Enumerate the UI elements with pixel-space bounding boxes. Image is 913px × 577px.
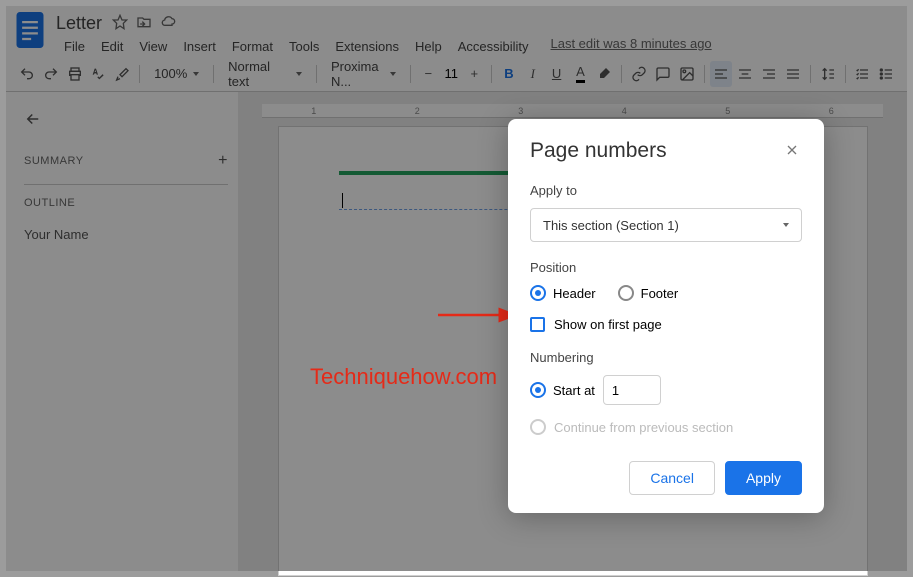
move-folder-icon[interactable] — [136, 14, 152, 33]
align-left-button[interactable] — [710, 61, 732, 87]
menu-bar: File Edit View Insert Format Tools Exten… — [56, 36, 897, 57]
star-icon[interactable] — [112, 14, 128, 33]
docs-logo[interactable] — [16, 12, 44, 48]
menu-help[interactable]: Help — [407, 36, 450, 57]
apply-to-select[interactable]: This section (Section 1) — [530, 208, 802, 242]
add-summary-button[interactable]: + — [218, 152, 228, 170]
paint-format-button[interactable] — [111, 61, 133, 87]
position-label: Position — [530, 260, 802, 275]
ruler[interactable]: 123456 — [262, 104, 883, 118]
numbering-label: Numbering — [530, 350, 802, 365]
print-button[interactable] — [64, 61, 86, 87]
align-right-button[interactable] — [758, 61, 780, 87]
align-center-button[interactable] — [734, 61, 756, 87]
outline-sidebar: SUMMARY + OUTLINE Your Name — [6, 92, 238, 571]
italic-button[interactable]: I — [522, 61, 544, 87]
page-numbers-dialog: Page numbers Apply to This section (Sect… — [508, 119, 824, 513]
apply-to-label: Apply to — [530, 183, 802, 198]
start-at-radio[interactable]: Start at — [530, 382, 595, 398]
highlight-button[interactable] — [593, 61, 615, 87]
watermark-text: Techniquehow.com — [310, 364, 497, 390]
menu-tools[interactable]: Tools — [281, 36, 327, 57]
menu-format[interactable]: Format — [224, 36, 281, 57]
menu-accessibility[interactable]: Accessibility — [450, 36, 537, 57]
cancel-button[interactable]: Cancel — [629, 461, 715, 495]
zoom-select[interactable]: 100% — [146, 61, 207, 87]
app-header: Letter File Edit View Insert Format Tool… — [6, 6, 907, 56]
undo-button[interactable] — [16, 61, 38, 87]
menu-view[interactable]: View — [131, 36, 175, 57]
start-at-input[interactable] — [603, 375, 661, 405]
cloud-status-icon[interactable] — [160, 14, 176, 33]
spellcheck-button[interactable] — [88, 61, 110, 87]
menu-extensions[interactable]: Extensions — [327, 36, 407, 57]
continue-radio: Continue from previous section — [530, 419, 802, 435]
close-button[interactable] — [784, 142, 802, 160]
insert-link-button[interactable] — [628, 61, 650, 87]
outline-heading: OUTLINE — [24, 197, 75, 209]
line-spacing-button[interactable] — [817, 61, 839, 87]
add-comment-button[interactable] — [652, 61, 674, 87]
text-cursor — [342, 193, 343, 208]
font-size-input[interactable]: 11 — [441, 66, 461, 81]
toolbar: 100% Normal text Proxima N... − 11 + B I… — [6, 56, 907, 92]
document-title[interactable]: Letter — [56, 13, 102, 34]
menu-edit[interactable]: Edit — [93, 36, 131, 57]
bold-button[interactable]: B — [498, 61, 520, 87]
summary-heading: SUMMARY — [24, 155, 84, 167]
increase-font-button[interactable]: + — [463, 61, 485, 87]
show-first-page-checkbox[interactable]: Show on first page — [530, 317, 802, 332]
underline-button[interactable]: U — [546, 61, 568, 87]
last-edit-link[interactable]: Last edit was 8 minutes ago — [551, 36, 712, 57]
text-color-button[interactable]: A — [570, 61, 592, 87]
position-header-radio[interactable]: Header — [530, 285, 596, 301]
menu-insert[interactable]: Insert — [175, 36, 224, 57]
dialog-title: Page numbers — [530, 139, 667, 163]
position-footer-radio[interactable]: Footer — [618, 285, 679, 301]
decrease-font-button[interactable]: − — [417, 61, 439, 87]
redo-button[interactable] — [40, 61, 62, 87]
style-select[interactable]: Normal text — [220, 61, 310, 87]
collapse-outline-button[interactable] — [24, 110, 48, 134]
apply-button[interactable]: Apply — [725, 461, 802, 495]
insert-image-button[interactable] — [676, 61, 698, 87]
bulleted-list-button[interactable] — [875, 61, 897, 87]
checklist-button[interactable] — [851, 61, 873, 87]
menu-file[interactable]: File — [56, 36, 93, 57]
outline-item[interactable]: Your Name — [24, 223, 228, 246]
align-justify-button[interactable] — [782, 61, 804, 87]
font-select[interactable]: Proxima N... — [323, 61, 405, 87]
